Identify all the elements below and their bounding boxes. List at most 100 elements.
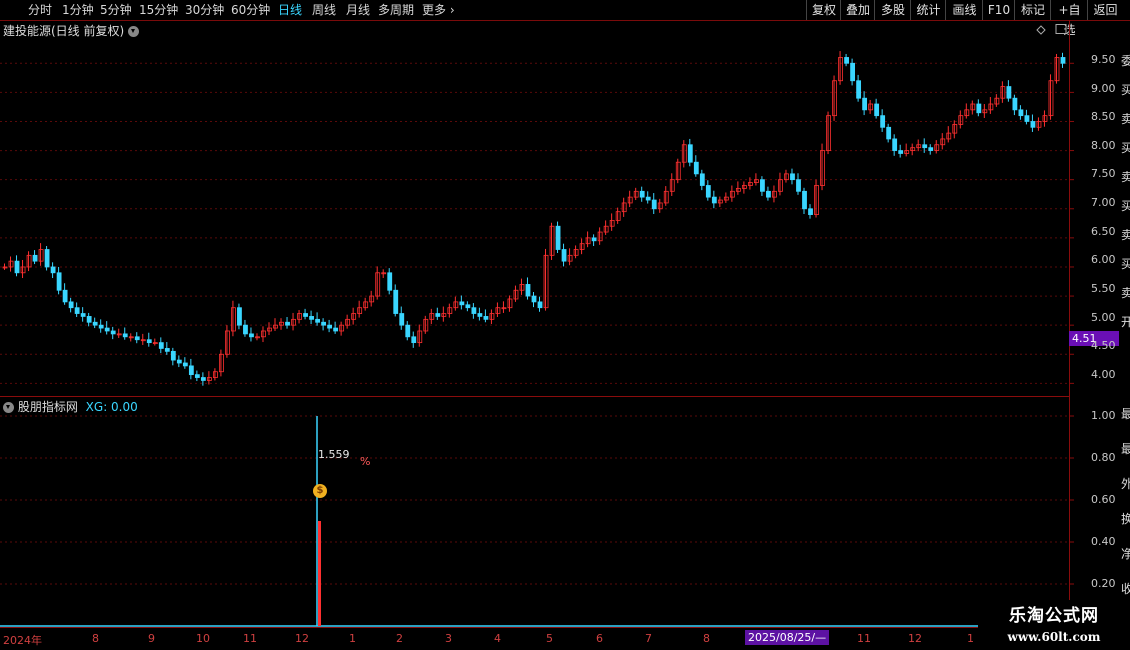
price-axis-label: 8.50 (1091, 110, 1116, 123)
period-tab-8[interactable]: 月线 (346, 2, 370, 18)
toolbar-action-8[interactable]: 返回 (1087, 0, 1123, 20)
period-tab-4[interactable]: 30分钟 (185, 2, 224, 18)
candle-body (357, 307, 363, 314)
candle-body (122, 333, 128, 338)
toolbar-action-2[interactable]: 多股 (874, 0, 911, 20)
candle-body (483, 316, 489, 320)
candle-body (729, 190, 735, 198)
candle-body (615, 211, 621, 221)
candle-body (212, 371, 218, 378)
period-tab-1[interactable]: 1分钟 (62, 2, 94, 18)
candle-body (886, 126, 892, 140)
toolbar-action-4[interactable]: 画线 (945, 0, 983, 20)
candle-body (501, 307, 507, 310)
toolbar-action-6[interactable]: 标记 (1014, 0, 1051, 20)
candle-body (38, 249, 44, 262)
toolbar-action-1[interactable]: 叠加 (840, 0, 875, 20)
candle-body (231, 307, 236, 332)
candle-body (597, 231, 603, 242)
time-axis-label: 6 (596, 632, 603, 645)
period-tab-9[interactable]: 多周期 (378, 2, 414, 18)
candle-body (958, 115, 964, 125)
candle-body (880, 115, 886, 128)
indicator-xg-value: XG: 0.00 (85, 400, 138, 414)
candle-body (176, 359, 182, 364)
quote-panel-label: 开 (1121, 315, 1130, 329)
candle-body (44, 249, 50, 268)
candle-body (531, 295, 537, 303)
candle-body (465, 304, 471, 309)
toolbar-action-0[interactable]: 复权 (806, 0, 841, 20)
price-axis-label: 9.50 (1091, 53, 1116, 66)
candle-body (741, 185, 747, 189)
toolbar-action-7[interactable]: +自选 (1050, 0, 1088, 37)
time-axis-label: 2024年 (3, 634, 42, 647)
candle-body (423, 318, 429, 332)
candle-body (982, 109, 988, 114)
toolbar-action-3[interactable]: 统计 (910, 0, 946, 20)
chevron-down-icon[interactable] (128, 26, 140, 37)
price-axis-label: 6.50 (1091, 225, 1116, 238)
candle-body (639, 190, 645, 198)
candle-body (369, 295, 375, 303)
price-axis-label: 7.00 (1091, 196, 1116, 209)
period-tab-2[interactable]: 5分钟 (100, 2, 132, 18)
chevron-down-icon[interactable] (3, 402, 14, 413)
candle-body (862, 97, 868, 111)
candle-body (916, 144, 922, 149)
candle-body (543, 254, 549, 309)
candle-body (237, 307, 242, 326)
quote-panel-label: 买 (1121, 257, 1130, 271)
period-tab-0[interactable]: 分时 (28, 2, 52, 18)
candle-body (98, 324, 104, 329)
candle-body (321, 321, 327, 326)
money-bag-icon: $ (313, 484, 327, 498)
candle-body (711, 196, 717, 204)
candle-body (56, 272, 62, 291)
candle-body (80, 313, 86, 317)
candlestick-chart[interactable] (0, 0, 1130, 650)
candle-body (477, 313, 483, 317)
quote-panel-label: 外 (1121, 477, 1130, 491)
candle-body (687, 144, 693, 163)
candle-body (525, 284, 531, 297)
time-axis-label: 11 (243, 632, 257, 645)
quote-panel-label: 卖 (1121, 170, 1130, 184)
candle-body (1036, 121, 1042, 128)
candle-body (717, 199, 723, 204)
candle-body (267, 327, 272, 332)
candle-body (1042, 115, 1048, 122)
time-axis-label: 9 (148, 632, 155, 645)
candle-body (32, 254, 38, 262)
candle-body (140, 339, 146, 342)
candle-body (285, 321, 290, 326)
candle-body (20, 266, 26, 274)
period-tab-5[interactable]: 60分钟 (231, 2, 270, 18)
candle-body (904, 150, 910, 154)
candle-body (104, 327, 110, 332)
candle-body (675, 161, 681, 181)
candle-body (748, 182, 753, 186)
candle-body (86, 316, 92, 323)
candle-body (381, 272, 387, 275)
candle-body (898, 150, 904, 154)
period-tab-10[interactable]: 更多 › (422, 2, 455, 18)
candle-body (808, 208, 813, 215)
candle-body (633, 190, 639, 198)
period-tab-6[interactable]: 日线 (278, 2, 302, 18)
watermark-title: 乐淘公式网 (1009, 606, 1099, 626)
price-axis-label: 6.00 (1091, 253, 1116, 266)
toolbar-action-5[interactable]: F10 (982, 0, 1015, 20)
candle-body (663, 190, 669, 204)
candle-body (315, 318, 320, 323)
candle-body (699, 173, 705, 186)
time-axis-label: 1 (349, 632, 356, 645)
candle-body (279, 321, 284, 326)
candle-body (327, 324, 333, 329)
time-axis-label: 8 (92, 632, 99, 645)
time-axis-label: 10 (196, 632, 210, 645)
candle-body (1018, 109, 1024, 117)
period-tab-3[interactable]: 15分钟 (139, 2, 178, 18)
period-tab-7[interactable]: 周线 (312, 2, 336, 18)
time-axis-label: 11 (857, 632, 871, 645)
